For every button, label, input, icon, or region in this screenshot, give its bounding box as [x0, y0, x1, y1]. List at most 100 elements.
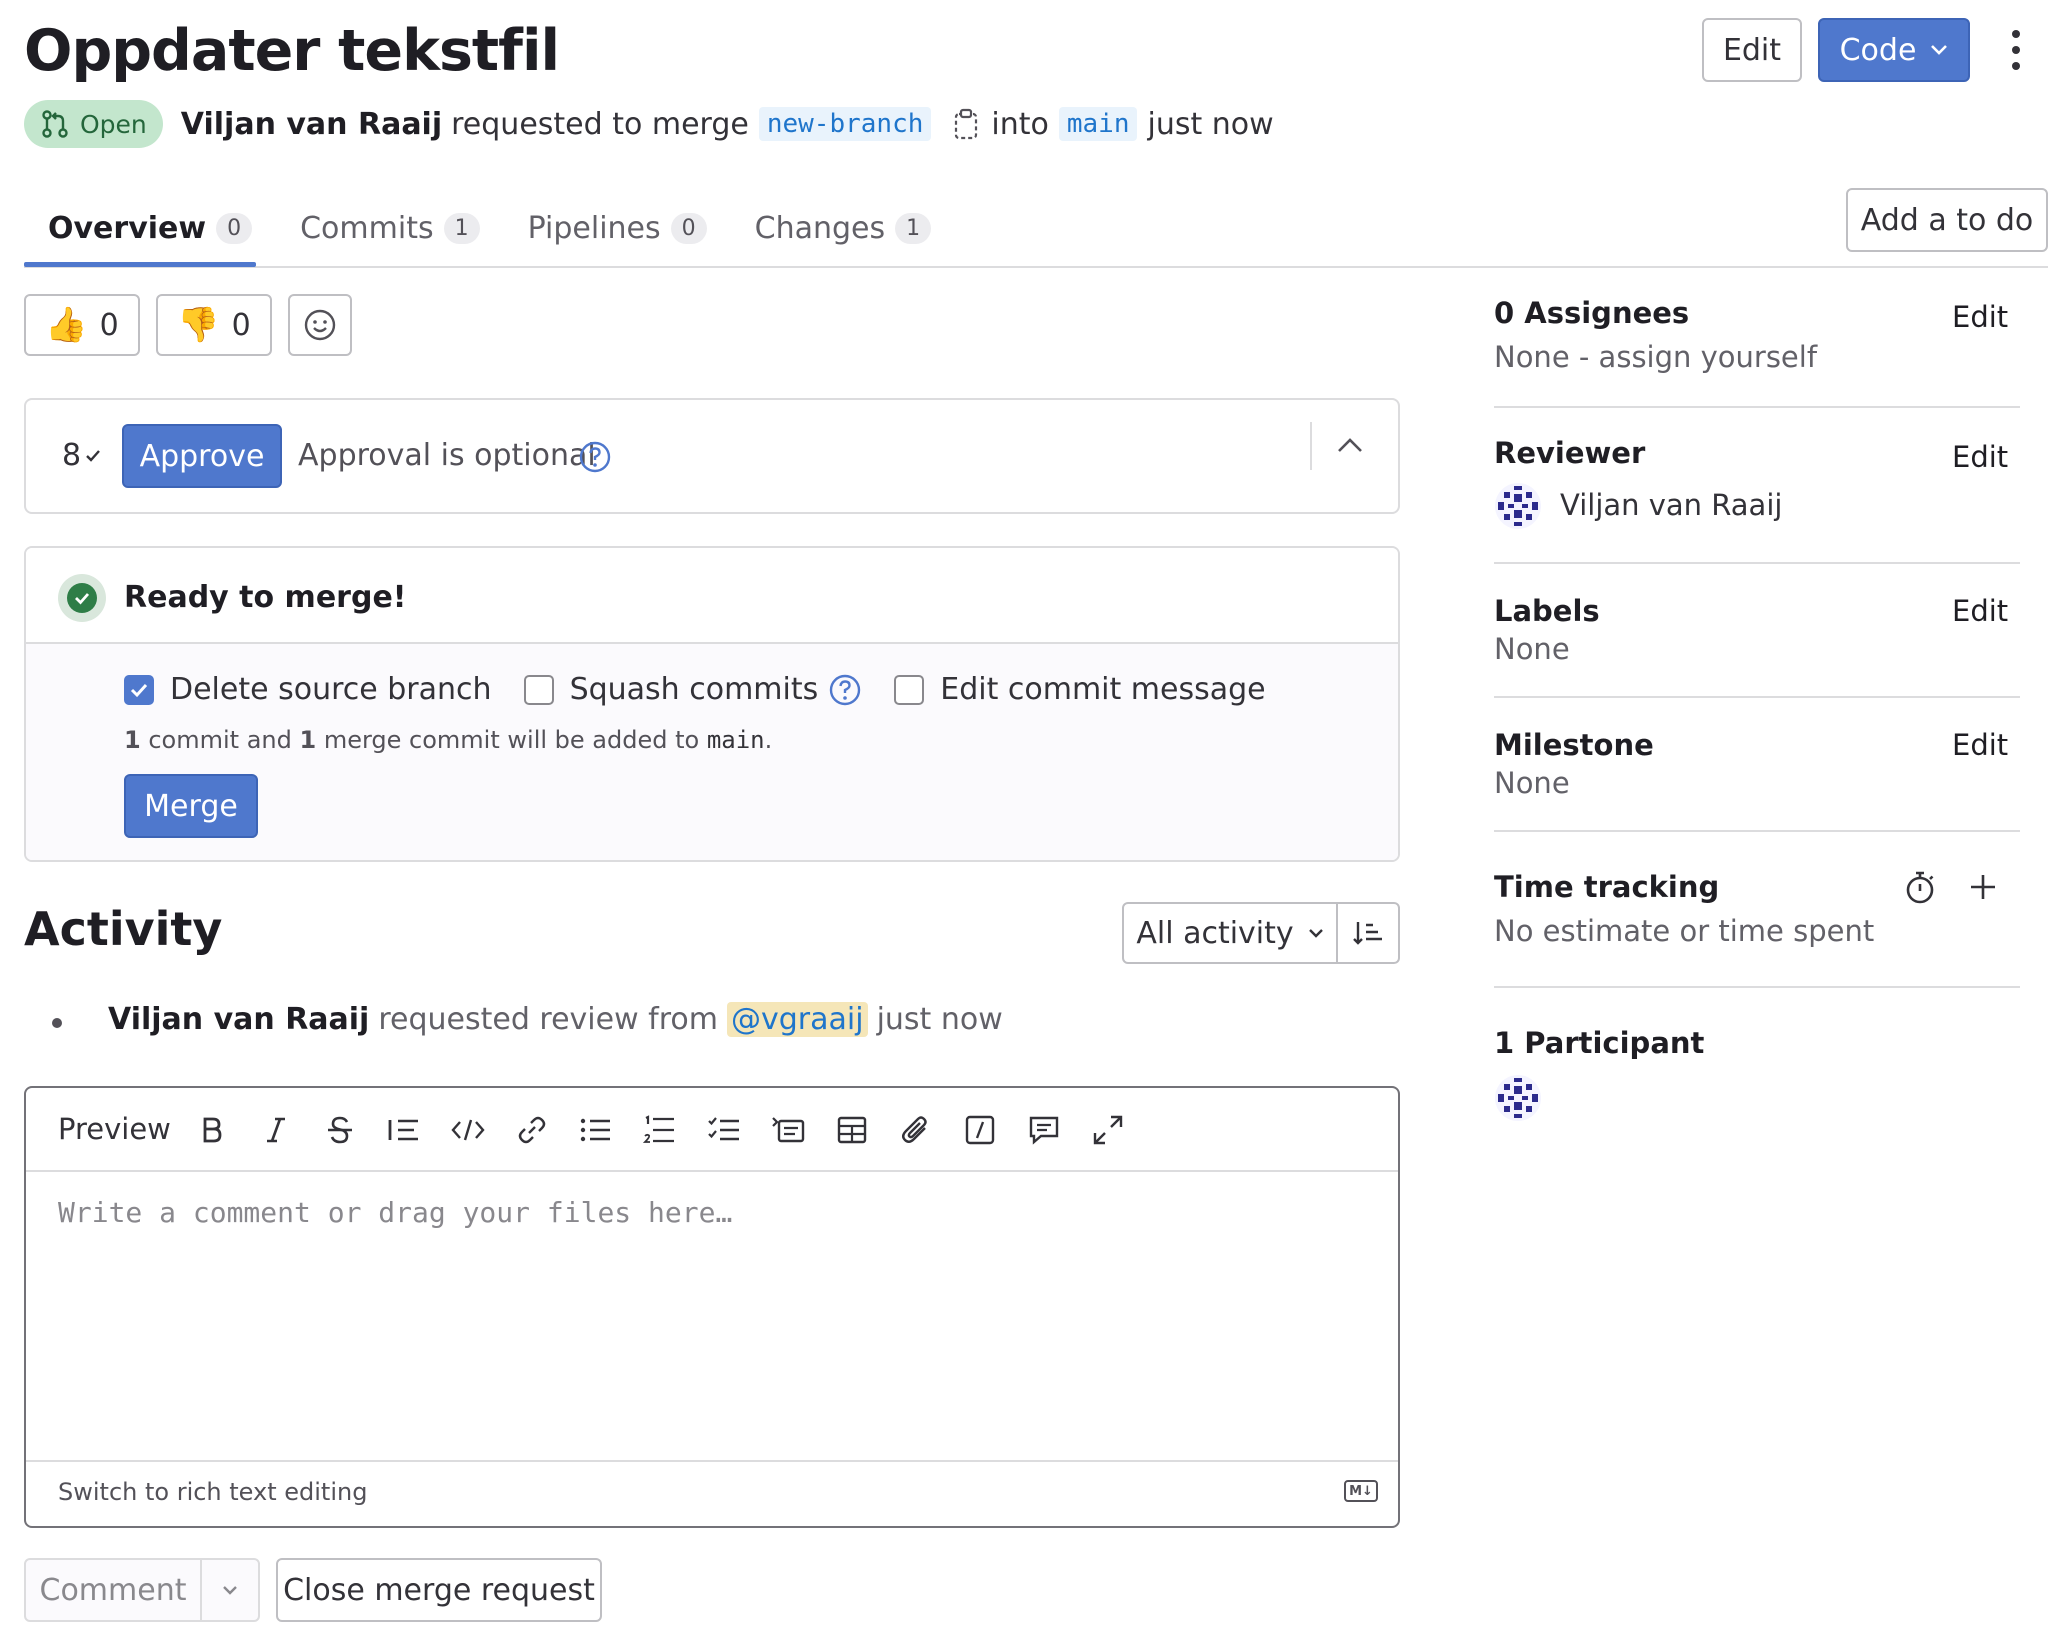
- merge-button[interactable]: Merge: [124, 774, 258, 838]
- add-reaction-button[interactable]: [288, 294, 352, 356]
- comment-options-button[interactable]: [202, 1560, 258, 1620]
- approve-button[interactable]: Approve: [122, 424, 282, 488]
- collapsible-icon[interactable]: [768, 1110, 808, 1150]
- add-todo-button[interactable]: Add a to do: [1846, 188, 2048, 252]
- delete-source-branch-label[interactable]: Delete source branch: [170, 672, 492, 707]
- assignees-edit-link[interactable]: Edit: [1952, 300, 2008, 334]
- add-todo-label: Add a to do: [1860, 202, 2034, 238]
- comment-template-icon[interactable]: [1024, 1110, 1064, 1150]
- labels-title: Labels: [1494, 594, 1600, 628]
- tab-changes[interactable]: Changes 1: [731, 196, 956, 260]
- editor-footer-divider: [26, 1460, 1398, 1462]
- tab-count: 0: [670, 212, 707, 244]
- author-name[interactable]: Viljan van Raaij: [181, 107, 442, 142]
- markdown-icon: M↓: [1344, 1480, 1378, 1502]
- sidebar-divider: [1494, 986, 2020, 988]
- tab-overview[interactable]: Overview 0: [24, 196, 276, 260]
- commit-count: 1: [124, 726, 141, 754]
- activity-author[interactable]: Viljan van Raaij: [108, 1002, 369, 1037]
- close-merge-request-button[interactable]: Close merge request: [276, 1558, 602, 1622]
- sort-order-button[interactable]: [1338, 904, 1398, 962]
- sidebar-divider: [1494, 830, 2020, 832]
- plus-icon[interactable]: [1968, 872, 1998, 902]
- reviewer-name[interactable]: Viljan van Raaij: [1560, 488, 1782, 522]
- attach-icon[interactable]: [896, 1110, 936, 1150]
- reviewer-title: Reviewer: [1494, 436, 1646, 470]
- comment-textarea[interactable]: Write a comment or drag your files here…: [58, 1196, 732, 1229]
- slash-command-icon[interactable]: [960, 1110, 1000, 1150]
- delete-source-branch-checkbox[interactable]: [124, 674, 154, 705]
- summary-period: .: [764, 726, 773, 754]
- preview-tab[interactable]: Preview: [58, 1112, 171, 1146]
- milestone-edit-link[interactable]: Edit: [1952, 728, 2008, 762]
- bold-icon[interactable]: [192, 1110, 232, 1150]
- thumbs-down-button[interactable]: 👎 0: [156, 294, 272, 356]
- source-branch[interactable]: new-branch: [758, 107, 932, 141]
- requested-text: requested to merge: [451, 106, 749, 142]
- milestone-title: Milestone: [1494, 728, 1654, 762]
- markdown-badge-text: M↓: [1349, 1483, 1373, 1499]
- tab-pipelines[interactable]: Pipelines 0: [504, 196, 731, 260]
- fullscreen-icon[interactable]: [1088, 1110, 1128, 1150]
- chevron-down-icon: [1308, 928, 1324, 938]
- check-small-icon: [85, 449, 101, 463]
- thumbs-up-button[interactable]: 👍 0: [24, 294, 140, 356]
- close-merge-request-label: Close merge request: [283, 1572, 595, 1608]
- link-icon[interactable]: [512, 1110, 552, 1150]
- approval-divider: [1310, 422, 1312, 470]
- labels-edit-link[interactable]: Edit: [1952, 594, 2008, 628]
- tab-count: 1: [443, 212, 480, 244]
- active-tab-indicator: [24, 262, 256, 267]
- reviewer-edit-link[interactable]: Edit: [1952, 440, 2008, 474]
- participant-avatar[interactable]: [1494, 1074, 1542, 1122]
- tab-count: 0: [216, 212, 253, 244]
- strikethrough-icon[interactable]: [320, 1110, 360, 1150]
- activity-filter-dropdown[interactable]: All activity: [1124, 904, 1338, 962]
- copy-branch-icon[interactable]: [953, 108, 979, 140]
- squash-commits-checkbox[interactable]: [523, 674, 554, 705]
- italic-icon[interactable]: [256, 1110, 296, 1150]
- squash-help-icon[interactable]: [828, 673, 862, 707]
- comment-button[interactable]: Comment: [26, 1560, 202, 1620]
- task-list-icon[interactable]: [704, 1110, 744, 1150]
- squash-commits-label[interactable]: Squash commits: [570, 672, 819, 707]
- participants-title: 1 Participant: [1494, 1026, 1705, 1060]
- labels-value: None: [1494, 632, 1570, 666]
- bulleted-list-icon[interactable]: [576, 1110, 616, 1150]
- tab-label: Overview: [48, 210, 207, 246]
- code-dropdown-button[interactable]: Code: [1818, 18, 1970, 82]
- into-text: into: [991, 106, 1049, 142]
- more-actions-icon[interactable]: [2002, 28, 2030, 72]
- edit-button[interactable]: Edit: [1702, 18, 1802, 82]
- summary-target-branch: main: [706, 726, 765, 754]
- target-branch[interactable]: main: [1058, 107, 1138, 141]
- numbered-list-icon[interactable]: [640, 1110, 680, 1150]
- switch-rich-text-button[interactable]: Switch to rich text editing: [58, 1478, 367, 1506]
- tab-commits[interactable]: Commits 1: [276, 196, 503, 260]
- help-icon[interactable]: [578, 440, 612, 474]
- summary-text-a: commit and: [148, 726, 292, 754]
- thumbs-down-icon: 👎: [177, 305, 220, 345]
- stopwatch-icon[interactable]: [1904, 870, 1936, 906]
- assign-yourself-link[interactable]: None - assign yourself: [1494, 340, 1817, 374]
- thumbs-up-count: 0: [99, 307, 119, 343]
- merge-request-meta: Open Viljan van Raaij requested to merge…: [24, 100, 1274, 148]
- assignees-title: 0 Assignees: [1494, 296, 1690, 330]
- merge-request-icon: [40, 109, 70, 139]
- status-badge: Open: [24, 100, 163, 148]
- code-icon[interactable]: [448, 1110, 488, 1150]
- edit-commit-message-checkbox[interactable]: [894, 674, 925, 705]
- edit-commit-message-label[interactable]: Edit commit message: [940, 672, 1265, 707]
- chevron-up-icon[interactable]: [1336, 436, 1364, 454]
- activity-heading: Activity: [24, 902, 223, 956]
- reviewer-avatar[interactable]: [1494, 482, 1542, 530]
- table-icon[interactable]: [832, 1110, 872, 1150]
- approvers-indicator: 8: [62, 438, 101, 473]
- time-tracking-value: No estimate or time spent: [1494, 914, 1875, 948]
- activity-time: just now: [876, 1002, 1003, 1037]
- merge-summary: 1 commit and 1 merge commit will be adde…: [124, 726, 772, 754]
- milestone-value: None: [1494, 766, 1570, 800]
- editor-toolbar-divider: [26, 1170, 1398, 1172]
- user-mention[interactable]: @vgraaij: [726, 1002, 868, 1037]
- quote-icon[interactable]: [384, 1110, 424, 1150]
